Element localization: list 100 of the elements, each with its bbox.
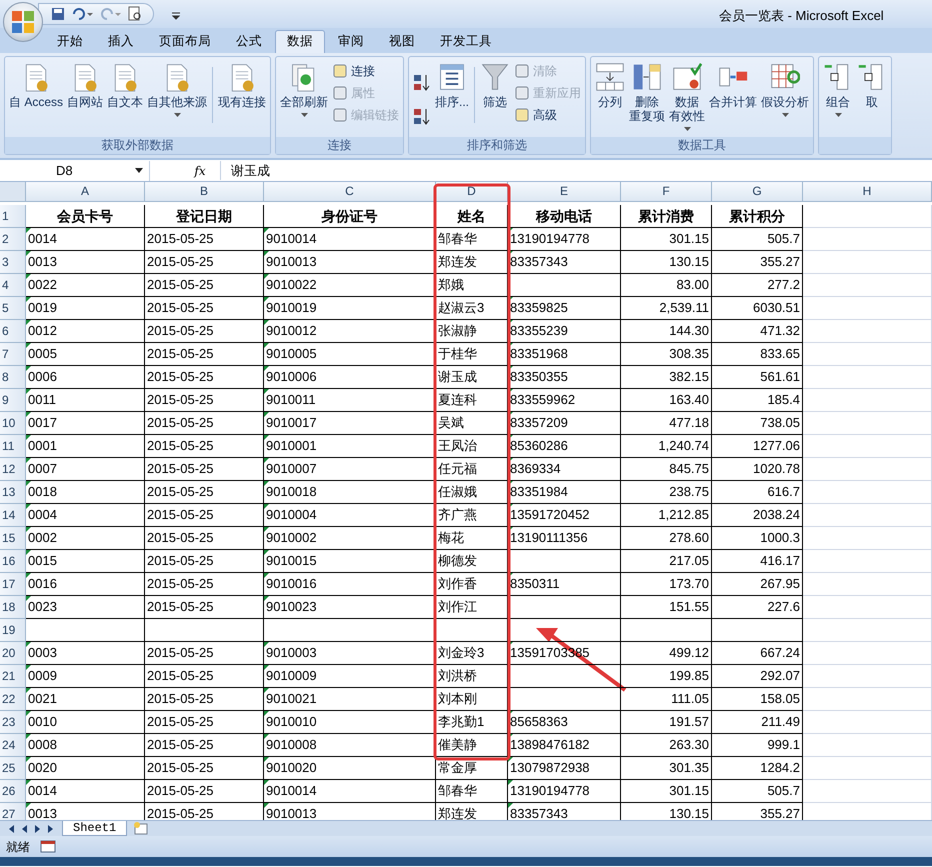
ribbon-button[interactable]: 现有连接 <box>216 59 268 111</box>
row-header[interactable]: 5 <box>0 297 26 320</box>
ribbon-button[interactable]: 自网站 <box>65 59 106 111</box>
dropdown-icon[interactable] <box>172 12 180 20</box>
dropdown-icon[interactable] <box>135 168 143 173</box>
row-header[interactable]: 10 <box>0 412 26 435</box>
table-cell: 9010022 <box>264 274 436 297</box>
macro-record-icon[interactable] <box>40 840 56 853</box>
table-cell: 9010009 <box>264 665 436 688</box>
row-header[interactable]: 14 <box>0 504 26 527</box>
table-cell: 173.70 <box>621 573 712 596</box>
table-cell: 梅花 <box>436 527 508 550</box>
row-header[interactable]: 11 <box>0 435 26 458</box>
row-header[interactable]: 26 <box>0 780 26 803</box>
row-header[interactable]: 2 <box>0 228 26 251</box>
table-cell: 505.7 <box>712 228 803 251</box>
ribbon-button[interactable]: 自其他来源 <box>145 59 210 123</box>
table-cell: 1284.2 <box>712 757 803 780</box>
table-cell: 505.7 <box>712 780 803 803</box>
row-header[interactable]: 6 <box>0 320 26 343</box>
save-icon[interactable] <box>51 7 65 21</box>
ribbon-button[interactable]: 自 Access <box>7 59 66 111</box>
row-header[interactable]: 23 <box>0 711 26 734</box>
table-cell: 0020 <box>26 757 145 780</box>
ribbon-button[interactable]: 数据 有效性 <box>667 59 708 137</box>
column-header[interactable]: F <box>621 182 712 202</box>
empty-cell <box>436 619 508 642</box>
table-cell: 9010011 <box>264 389 436 412</box>
ribbon-button[interactable]: 排序... <box>433 59 472 111</box>
row-header[interactable]: 13 <box>0 481 26 504</box>
table-cell: 83359825 <box>508 297 621 320</box>
table-cell: 6030.51 <box>712 297 803 320</box>
ribbon-tab[interactable]: 审阅 <box>326 30 376 53</box>
name-box[interactable]: D8 <box>0 160 150 180</box>
column-header[interactable]: G <box>712 182 803 202</box>
insert-function-button[interactable]: fx <box>180 162 220 180</box>
sort-descending-icon[interactable] <box>413 107 432 127</box>
ribbon-tab[interactable]: 公式 <box>224 30 274 53</box>
row-header[interactable]: 24 <box>0 734 26 757</box>
column-header[interactable]: E <box>508 182 621 202</box>
ribbon-button[interactable]: 全部刷新 <box>278 59 330 123</box>
table-cell: 13898476182 <box>508 734 621 757</box>
row-header[interactable]: 17 <box>0 573 26 596</box>
redo-icon[interactable] <box>99 7 121 21</box>
row-header[interactable]: 16 <box>0 550 26 573</box>
table-cell: 0009 <box>26 665 145 688</box>
print-preview-icon[interactable] <box>127 6 143 22</box>
table-cell: 1277.06 <box>712 435 803 458</box>
ribbon-button[interactable]: 分列 <box>593 59 628 111</box>
ribbon-tab[interactable]: 数据 <box>275 30 325 53</box>
remove-duplicates-icon <box>632 61 662 93</box>
formula-field[interactable]: 谢玉成 <box>220 160 932 180</box>
table-cell: 2015-05-25 <box>145 780 264 803</box>
table-cell: 263.30 <box>621 734 712 757</box>
ribbon-button[interactable]: 删除 重复项 <box>627 59 668 125</box>
row-header[interactable]: 12 <box>0 458 26 481</box>
ribbon-button[interactable]: 组合 <box>821 59 856 123</box>
row-header[interactable]: 22 <box>0 688 26 711</box>
row-header[interactable]: 15 <box>0 527 26 550</box>
column-header[interactable]: A <box>26 182 145 202</box>
column-header[interactable]: B <box>145 182 264 202</box>
ribbon-tab[interactable]: 开始 <box>45 30 95 53</box>
ribbon-button[interactable]: 合并计算 <box>707 59 760 111</box>
undo-icon[interactable] <box>71 7 93 21</box>
ribbon-small-button[interactable]: 高级 <box>512 105 584 125</box>
table-cell: 2015-05-25 <box>145 366 264 389</box>
ribbon-tab[interactable]: 视图 <box>377 30 427 53</box>
table-cell: 85360286 <box>508 435 621 458</box>
row-header[interactable]: 20 <box>0 642 26 665</box>
office-logo-icon <box>11 10 35 34</box>
row-header[interactable]: 3 <box>0 251 26 274</box>
table-cell: 邹春华 <box>436 228 508 251</box>
ribbon-tab[interactable]: 页面布局 <box>147 30 223 53</box>
table-cell: 刘作江 <box>436 596 508 619</box>
column-header[interactable]: C <box>264 182 436 202</box>
row-header[interactable]: 25 <box>0 757 26 780</box>
ribbon-button[interactable]: 假设分析 <box>759 59 812 123</box>
table-cell: 9010006 <box>264 366 436 389</box>
ribbon-tab[interactable]: 插入 <box>96 30 146 53</box>
ribbon-button[interactable]: 自文本 <box>105 59 146 111</box>
row-header[interactable]: 7 <box>0 343 26 366</box>
row-header[interactable]: 8 <box>0 366 26 389</box>
row-header[interactable]: 21 <box>0 665 26 688</box>
sheet-tab[interactable]: Sheet1 <box>62 821 128 836</box>
column-header[interactable]: H <box>803 182 932 202</box>
ribbon-button[interactable]: 取 <box>855 59 890 111</box>
ribbon-button[interactable]: 筛选 <box>478 59 512 111</box>
table-cell: 833.65 <box>712 343 803 366</box>
table-cell: 13591720452 <box>508 504 621 527</box>
row-header[interactable]: 1 <box>0 205 26 228</box>
row-header[interactable]: 9 <box>0 389 26 412</box>
row-header[interactable]: 27 <box>0 803 26 820</box>
ribbon-small-button[interactable]: 连接 <box>330 61 402 81</box>
row-header[interactable]: 19 <box>0 619 26 642</box>
row-header[interactable]: 4 <box>0 274 26 297</box>
row-header[interactable]: 18 <box>0 596 26 619</box>
ribbon-tab[interactable]: 开发工具 <box>428 30 504 53</box>
table-cell: 9010019 <box>264 297 436 320</box>
table-cell: 13079872938 <box>508 757 621 780</box>
sort-ascending-icon[interactable] <box>413 73 432 93</box>
